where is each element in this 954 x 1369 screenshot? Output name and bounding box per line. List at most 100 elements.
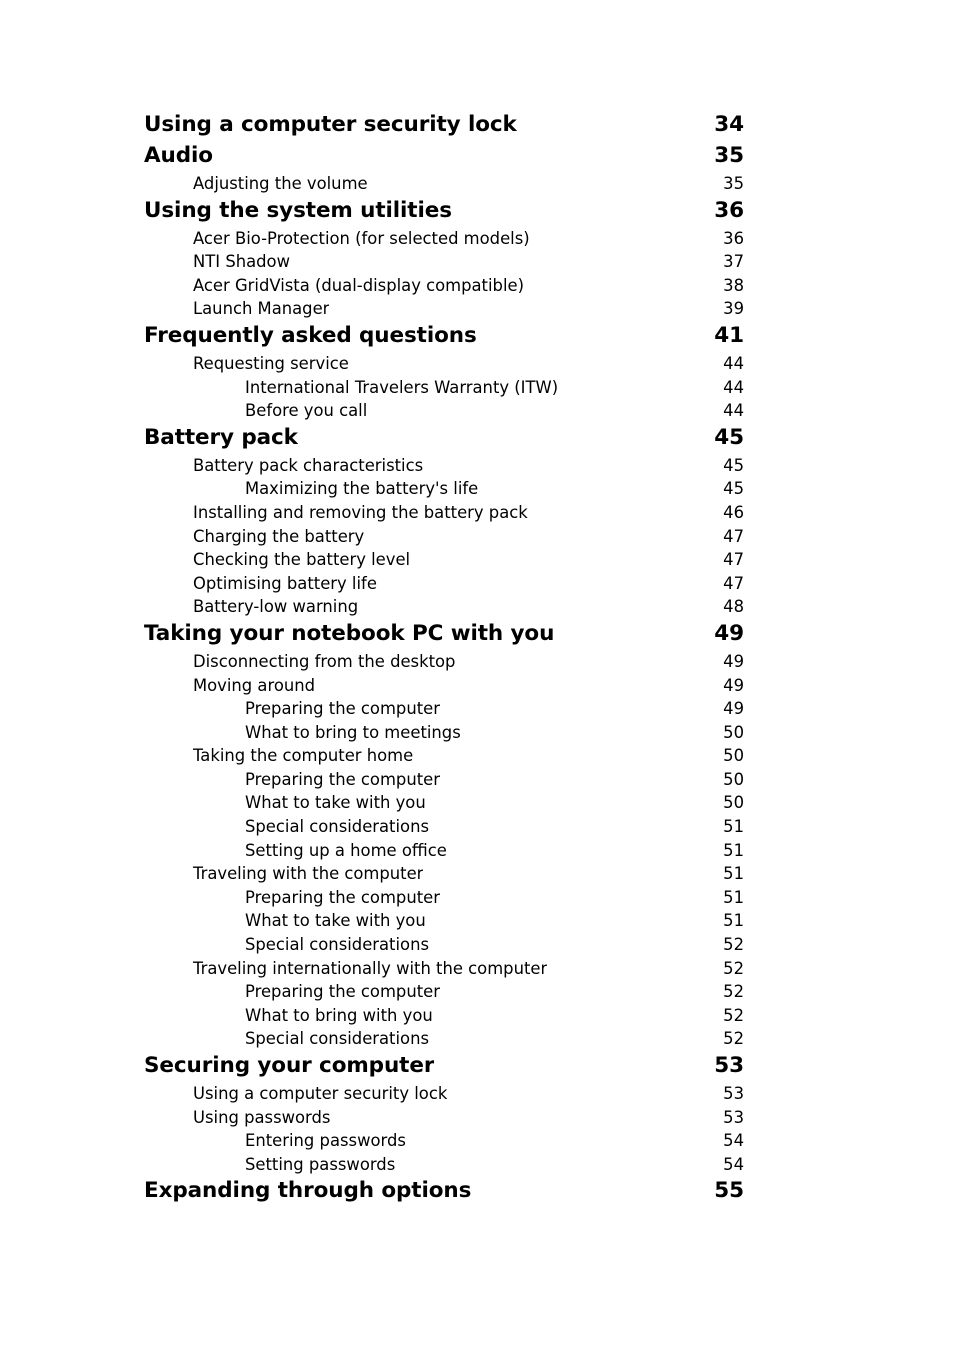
toc-entry[interactable]: NTI Shadow 37 (144, 252, 744, 276)
toc-entry-page-number: 49 (723, 651, 744, 671)
toc-entry-label: Special considerations (245, 817, 429, 837)
toc-entry[interactable]: Taking the computer home 50 (144, 746, 744, 770)
toc-entry[interactable]: Installing and removing the battery pack… (144, 503, 744, 527)
toc-entry-label: Optimising battery life (193, 573, 377, 593)
toc-entry[interactable]: What to bring to meetings 50 (144, 723, 744, 747)
toc-entry-label: What to take with you (245, 793, 426, 813)
toc-entry[interactable]: Special considerations 52 (144, 935, 744, 959)
toc-entry-page-number: 49 (723, 699, 744, 719)
toc-entry-label: Disconnecting from the desktop (193, 651, 456, 671)
toc-entry[interactable]: Using a computer security lock 34 (144, 112, 744, 143)
toc-entry-label: Traveling internationally with the compu… (193, 958, 548, 978)
toc-entry[interactable]: Requesting service 44 (144, 354, 744, 378)
toc-entry-label: Requesting service (193, 353, 349, 373)
toc-entry-page-number: 47 (723, 550, 744, 570)
toc-entry[interactable]: Acer GridVista (dual-display compatible)… (144, 276, 744, 300)
toc-entry-page-number: 41 (714, 322, 744, 348)
toc-entry-label: Using a computer security lock (144, 112, 517, 137)
toc-entry[interactable]: Launch Manager 39 (144, 299, 744, 323)
toc-entry[interactable]: Checking the battery level 47 (144, 550, 744, 574)
toc-entry[interactable]: Securing your computer 53 (144, 1053, 744, 1084)
toc-entry[interactable]: Traveling with the computer 51 (144, 864, 744, 888)
toc-entry-page-number: 54 (723, 1131, 744, 1151)
toc-entry[interactable]: Preparing the computer 49 (144, 699, 744, 723)
toc-entry[interactable]: Traveling internationally with the compu… (144, 959, 744, 983)
toc-entry[interactable]: Audio 35 (144, 143, 744, 174)
toc-entry-label: Before you call (245, 401, 368, 421)
toc-entry-page-number: 35 (714, 143, 744, 168)
toc-entry-page-number: 44 (723, 377, 744, 397)
toc-entry[interactable]: Charging the battery 47 (144, 527, 744, 551)
toc-entry[interactable]: Taking your notebook PC with you 49 (144, 621, 744, 652)
toc-entry-label: International Travelers Warranty (ITW) (245, 377, 559, 397)
toc-entry-page-number: 45 (714, 424, 744, 450)
toc-entry-label: NTI Shadow (193, 252, 290, 272)
toc-entry-page-number: 35 (723, 174, 744, 193)
toc-entry[interactable]: Entering passwords 54 (144, 1131, 744, 1155)
toc-entry[interactable]: Battery pack 45 (144, 425, 744, 456)
toc-entry-label: Preparing the computer (245, 699, 440, 719)
toc-entry-label: Taking the computer home (193, 746, 414, 766)
toc-entry-label: Acer Bio-Protection (for selected models… (193, 228, 530, 248)
toc-entry-page-number: 53 (723, 1107, 744, 1127)
toc-entry[interactable]: Using a computer security lock 53 (144, 1084, 744, 1108)
toc-entry[interactable]: Disconnecting from the desktop 49 (144, 652, 744, 676)
toc-entry-page-number: 52 (723, 958, 744, 978)
toc-entry-label: Maximizing the battery's life (245, 479, 479, 499)
toc-entry[interactable]: Maximizing the battery's life 45 (144, 479, 744, 503)
toc-entry-page-number: 39 (723, 299, 744, 319)
toc-entry-page-number: 37 (723, 252, 744, 272)
toc-entry-page-number: 51 (723, 911, 744, 931)
toc-entry-page-number: 52 (723, 982, 744, 1002)
toc-entry-label: Installing and removing the battery pack (193, 502, 528, 522)
toc-entry-page-number: 51 (723, 864, 744, 884)
toc-entry-page-number: 45 (723, 479, 744, 499)
toc-entry[interactable]: Using passwords 53 (144, 1108, 744, 1132)
toc-entry-label: Using passwords (193, 1107, 331, 1127)
toc-entry[interactable]: What to take with you 50 (144, 793, 744, 817)
toc-entry[interactable]: Preparing the computer 50 (144, 770, 744, 794)
toc-entry-page-number: 46 (723, 502, 744, 522)
toc-entry[interactable]: Acer Bio-Protection (for selected models… (144, 229, 744, 253)
toc-entry[interactable]: Moving around 49 (144, 676, 744, 700)
toc-entry-label: Audio (144, 143, 213, 168)
toc-entry[interactable]: Setting passwords 54 (144, 1155, 744, 1179)
toc-entry-label: Preparing the computer (245, 769, 440, 789)
toc-entry-page-number: 50 (723, 722, 744, 742)
toc-entry[interactable]: Battery pack characteristics 45 (144, 456, 744, 480)
toc-entry[interactable]: Special considerations 52 (144, 1029, 744, 1053)
toc-entry-page-number: 54 (723, 1154, 744, 1174)
toc-entry-page-number: 51 (723, 887, 744, 907)
toc-entry-page-number: 51 (723, 840, 744, 860)
toc-entry[interactable]: Frequently asked questions 41 (144, 323, 744, 354)
toc-entry-page-number: 49 (723, 675, 744, 695)
toc-entry-label: Battery-low warning (193, 597, 359, 617)
toc-entry-label: Battery pack characteristics (193, 455, 424, 475)
toc-entry-page-number: 52 (723, 1005, 744, 1025)
toc-entry-label: Battery pack (144, 424, 298, 450)
toc-entry-label: Traveling with the computer (193, 864, 424, 884)
toc-entry-label: Using the system utilities (144, 197, 452, 223)
toc-entry[interactable]: Preparing the computer 51 (144, 888, 744, 912)
toc-entry-page-number: 45 (723, 455, 744, 475)
table-of-contents: Using a computer security lock 34 Audio 35 A… (144, 112, 744, 1209)
toc-entry[interactable]: What to bring with you 52 (144, 1006, 744, 1030)
toc-entry-label: Using a computer security lock (193, 1084, 448, 1103)
toc-entry[interactable]: Using the system utilities 36 (144, 198, 744, 229)
toc-entry-page-number: 53 (723, 1084, 744, 1103)
toc-entry[interactable]: Special considerations 51 (144, 817, 744, 841)
toc-entry[interactable]: Adjusting the volume 35 (144, 174, 744, 198)
toc-entry[interactable]: Before you call 44 (144, 401, 744, 425)
toc-entry-page-number: 50 (723, 746, 744, 766)
toc-entry[interactable]: Preparing the computer 52 (144, 982, 744, 1006)
toc-entry[interactable]: Optimising battery life 47 (144, 574, 744, 598)
toc-entry[interactable]: Battery-low warning 48 (144, 597, 744, 621)
toc-entry-label: Preparing the computer (245, 887, 440, 907)
toc-entry-page-number: 44 (723, 401, 744, 421)
toc-entry[interactable]: Expanding through options 55 (144, 1178, 744, 1209)
toc-entry[interactable]: International Travelers Warranty (ITW) 44 (144, 378, 744, 402)
toc-entry-page-number: 49 (714, 620, 744, 646)
toc-entry[interactable]: What to take with you 51 (144, 911, 744, 935)
toc-entry-label: Moving around (193, 675, 316, 695)
toc-entry[interactable]: Setting up a home office 51 (144, 841, 744, 865)
